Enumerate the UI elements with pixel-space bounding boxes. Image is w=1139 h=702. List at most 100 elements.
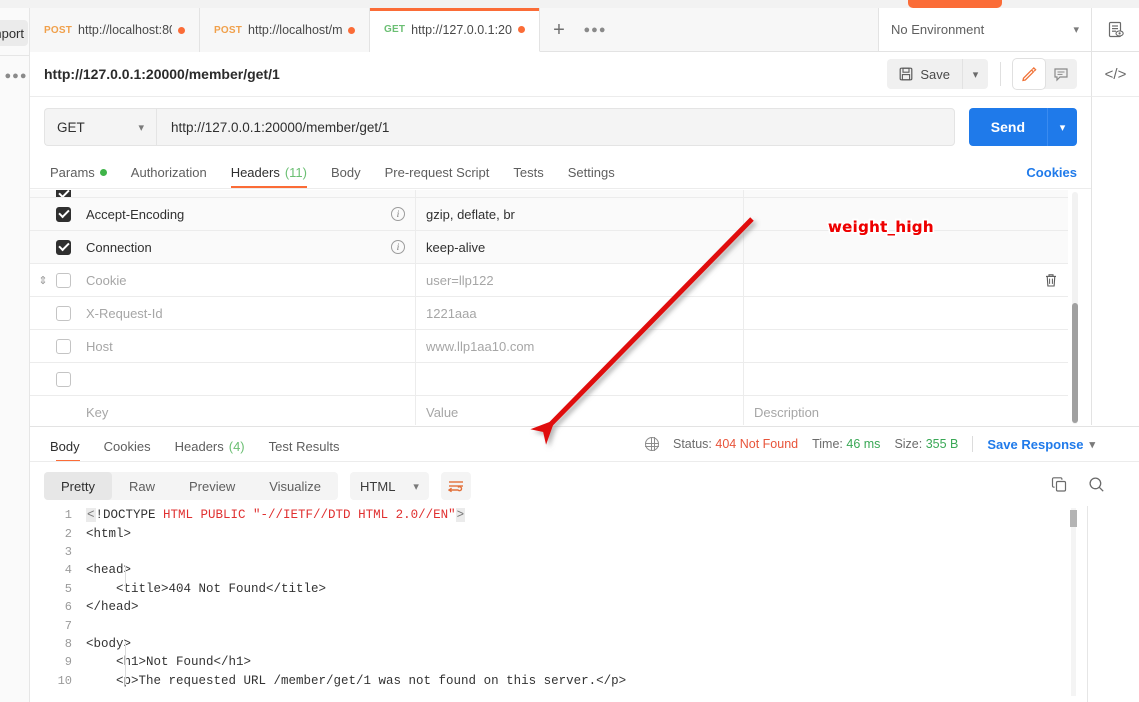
description-cell[interactable]: [744, 264, 1034, 296]
value-cell[interactable]: user=llp122: [416, 264, 744, 296]
tab-label: Body: [50, 439, 80, 454]
http-method-select[interactable]: GET ▾: [44, 108, 156, 146]
row-checkbox[interactable]: [56, 371, 71, 387]
save-response-button[interactable]: Save Response ▾: [987, 437, 1095, 452]
search-response-button[interactable]: [1088, 476, 1105, 496]
save-options-caret[interactable]: ▾: [962, 59, 988, 89]
row-checkbox[interactable]: [56, 206, 71, 222]
params-modified-dot-icon: [99, 169, 107, 176]
row-checkbox[interactable]: [56, 239, 71, 255]
row-checkbox[interactable]: [56, 272, 71, 288]
response-body-code[interactable]: 1 <!DOCTYPE HTML PUBLIC "-//IETF//DTD HT…: [30, 506, 1139, 702]
save-button-label: Save: [920, 66, 950, 82]
tab-body[interactable]: Body: [319, 165, 373, 188]
description-cell[interactable]: [744, 297, 1068, 329]
response-toolbar: Pretty Raw Preview Visualize HTML ▾: [30, 468, 1139, 504]
view-mode-pretty[interactable]: Pretty: [44, 472, 112, 500]
save-group: Save ▾: [887, 59, 988, 89]
annotation-label: weight_high: [828, 218, 934, 236]
value-cell[interactable]: [416, 363, 744, 395]
url-input[interactable]: http://127.0.0.1:20000/member/get/1: [156, 108, 955, 146]
request-tab-bar: POST http://localhost:8080/ POST http://…: [30, 8, 878, 52]
row-checkbox[interactable]: [56, 190, 71, 197]
key-cell[interactable]: [86, 190, 416, 197]
code-scrollbar-thumb[interactable]: [1070, 510, 1077, 527]
tab-bar-more-icon[interactable]: ●●●: [578, 8, 612, 52]
value-cell[interactable]: [416, 190, 744, 197]
value-cell[interactable]: www.llp1aa10.com: [416, 330, 744, 362]
drag-handle-cell: [30, 198, 56, 230]
request-title-row: http://127.0.0.1:20000/member/get/1 Save…: [30, 52, 1091, 97]
environment-quick-look-button[interactable]: [1091, 8, 1139, 52]
top-orange-action-pill[interactable]: [908, 0, 1002, 8]
value-column-placeholder[interactable]: Value: [416, 396, 744, 425]
view-mode-raw[interactable]: Raw: [112, 472, 172, 500]
rail-divider: [0, 55, 30, 56]
word-wrap-button[interactable]: [440, 472, 471, 500]
word-wrap-icon: [447, 481, 463, 493]
response-tab-headers[interactable]: Headers (4): [163, 439, 257, 462]
info-icon[interactable]: i: [391, 240, 405, 254]
sidebar-more-icon[interactable]: ●●●: [5, 68, 27, 84]
comment-mode-button[interactable]: [1045, 59, 1077, 89]
value-cell[interactable]: gzip, deflate, br: [416, 198, 744, 230]
tab-method-label: POST: [44, 24, 73, 36]
tab-headers[interactable]: Headers (11): [219, 165, 319, 188]
tab-params[interactable]: Params: [44, 165, 119, 188]
row-checkbox[interactable]: [56, 305, 71, 321]
view-mode-preview[interactable]: Preview: [172, 472, 252, 500]
description-cell[interactable]: [744, 330, 1068, 362]
request-right-rail: [1091, 157, 1139, 425]
delete-row-button[interactable]: [1034, 264, 1068, 296]
response-tab-test-results[interactable]: Test Results: [257, 439, 352, 462]
status-value: 404 Not Found: [715, 437, 799, 451]
request-tab-1[interactable]: POST http://localhost:8080/: [30, 8, 200, 52]
edit-mode-button[interactable]: [1013, 59, 1045, 89]
key-cell[interactable]: [86, 363, 416, 395]
key-cell[interactable]: X-Request-Id: [86, 297, 416, 329]
key-cell[interactable]: Cookie: [86, 264, 416, 296]
tab-settings[interactable]: Settings: [556, 165, 627, 188]
request-tab-2[interactable]: POST http://localhost/memb: [200, 8, 370, 52]
response-pane-splitter[interactable]: [30, 426, 1139, 427]
cookies-link[interactable]: Cookies: [1026, 165, 1077, 188]
value-cell[interactable]: keep-alive: [416, 231, 744, 263]
drag-handle-icon[interactable]: ⇕: [30, 264, 56, 296]
chevron-down-icon[interactable]: ▾: [1073, 23, 1079, 36]
view-mode-group: [1013, 59, 1077, 89]
tab-title: http://localhost:8080/: [78, 23, 172, 37]
response-format-select[interactable]: HTML ▾: [350, 472, 429, 500]
response-tab-cookies[interactable]: Cookies: [92, 439, 163, 462]
info-icon[interactable]: i: [391, 207, 405, 221]
save-button[interactable]: Save: [887, 59, 962, 89]
headers-table-scrollbar-thumb[interactable]: [1072, 303, 1078, 423]
key-cell[interactable]: Host: [86, 330, 416, 362]
key-cell[interactable]: Connection i: [86, 231, 416, 263]
new-tab-plus-icon[interactable]: +: [540, 8, 578, 52]
tab-authorization[interactable]: Authorization: [119, 165, 219, 188]
key-cell[interactable]: Accept-Encoding i: [86, 198, 416, 230]
description-cell[interactable]: [744, 190, 1068, 197]
view-mode-visualize[interactable]: Visualize: [252, 472, 338, 500]
code-snippet-button[interactable]: </>: [1091, 52, 1139, 97]
tab-pre-request-script[interactable]: Pre-request Script: [373, 165, 502, 188]
key-column-placeholder[interactable]: Key: [86, 396, 416, 425]
response-tab-body[interactable]: Body: [44, 439, 92, 462]
table-row-clipped: [30, 190, 1068, 198]
description-column-placeholder[interactable]: Description: [744, 396, 1068, 425]
send-options-caret[interactable]: ▾: [1047, 108, 1077, 146]
toolbar-divider: [1000, 62, 1001, 86]
copy-response-button[interactable]: [1051, 476, 1068, 496]
code-scrollbar-track[interactable]: [1071, 508, 1076, 696]
tab-tests[interactable]: Tests: [501, 165, 555, 188]
description-cell[interactable]: [744, 363, 1068, 395]
value-cell[interactable]: 1221aaa: [416, 297, 744, 329]
send-button[interactable]: Send: [968, 108, 1047, 146]
environment-selector[interactable]: No Environment ▾: [878, 8, 1091, 52]
row-checkbox[interactable]: [56, 338, 71, 354]
size-badge: Size: 355 B: [894, 437, 958, 451]
import-button[interactable]: Import: [0, 20, 28, 46]
request-tab-3[interactable]: GET http://127.0.0.1:20000/: [370, 8, 540, 52]
trash-icon: [1046, 273, 1056, 287]
line-number: 4: [64, 563, 72, 578]
